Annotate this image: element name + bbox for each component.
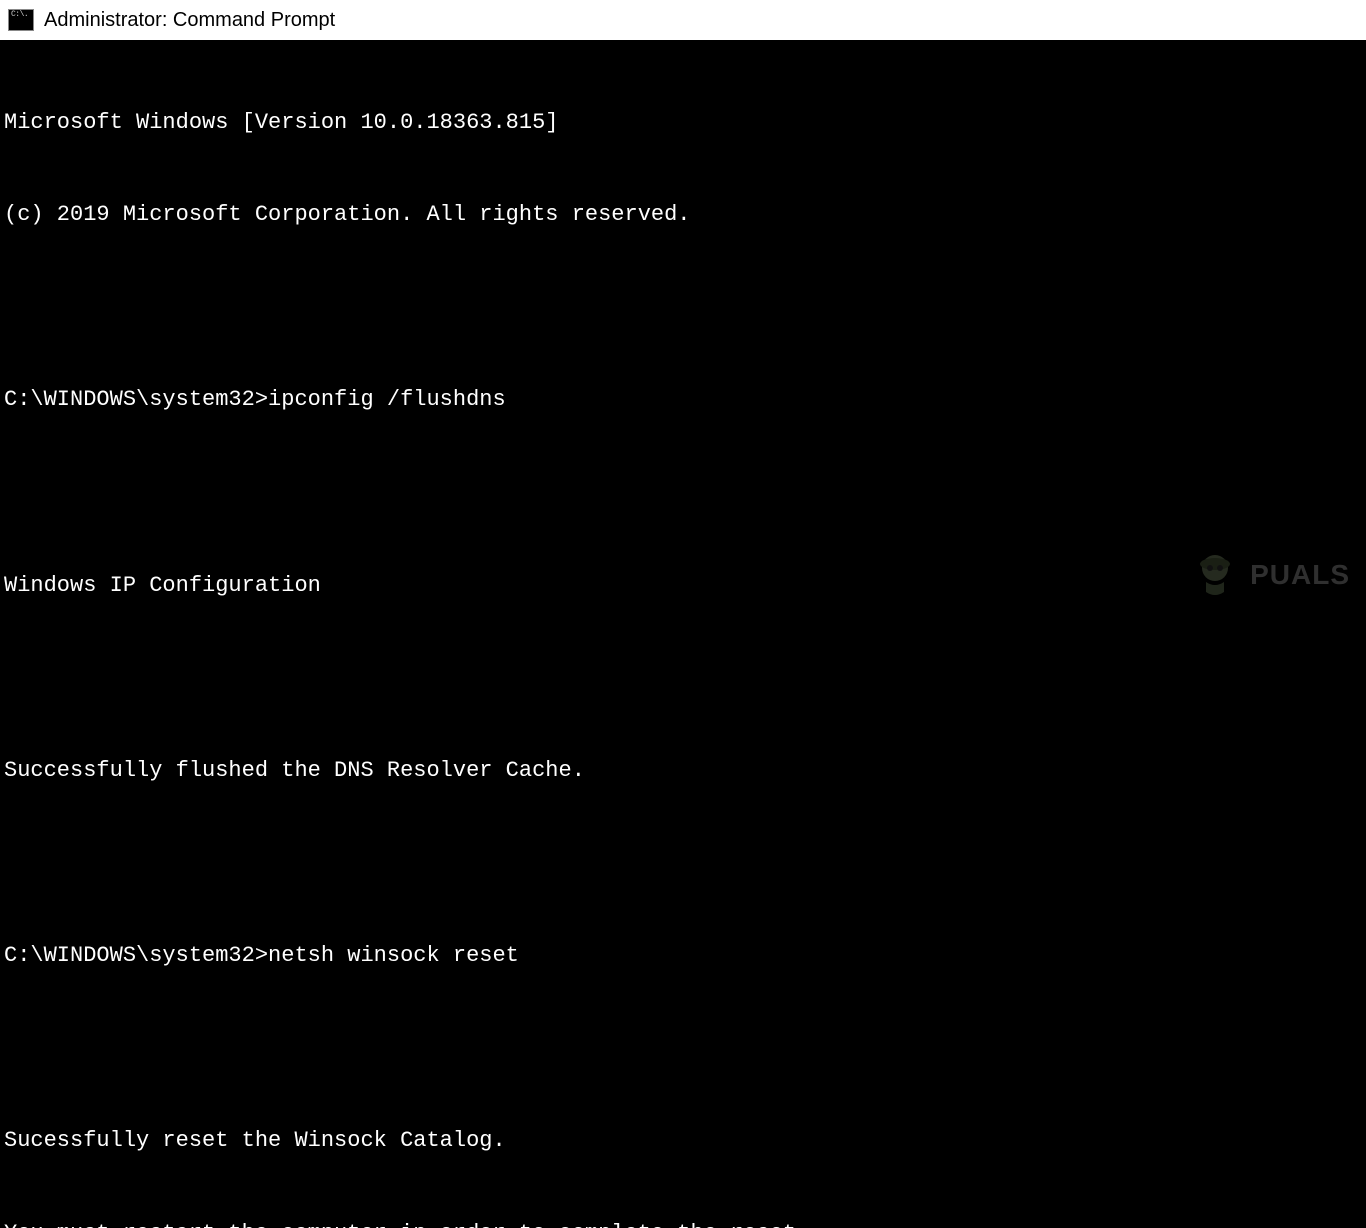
terminal-line — [4, 848, 1362, 879]
cmd-icon-text: C:\. — [11, 11, 28, 19]
watermark-logo-icon — [1188, 548, 1242, 602]
window-title: Administrator: Command Prompt — [44, 9, 335, 32]
titlebar[interactable]: C:\. Administrator: Command Prompt — [0, 0, 1366, 40]
terminal-line: (c) 2019 Microsoft Corporation. All righ… — [4, 200, 1362, 231]
watermark-text: PUALS — [1250, 559, 1350, 591]
terminal-line: C:\WINDOWS\system32>ipconfig /flushdns — [4, 385, 1362, 416]
watermark: PUALS — [1188, 548, 1350, 602]
terminal-line: Windows IP Configuration — [4, 571, 1362, 602]
terminal-line — [4, 663, 1362, 694]
terminal-line: C:\WINDOWS\system32>netsh winsock reset — [4, 941, 1362, 972]
terminal-line: You must restart the computer in order t… — [4, 1219, 1362, 1228]
terminal-line — [4, 293, 1362, 324]
terminal-output[interactable]: Microsoft Windows [Version 10.0.18363.81… — [0, 40, 1366, 1228]
terminal-line — [4, 1034, 1362, 1065]
terminal-line: Successfully flushed the DNS Resolver Ca… — [4, 756, 1362, 787]
cmd-icon: C:\. — [8, 9, 34, 31]
terminal-line: Sucessfully reset the Winsock Catalog. — [4, 1126, 1362, 1157]
terminal-line: Microsoft Windows [Version 10.0.18363.81… — [4, 108, 1362, 139]
terminal-line — [4, 478, 1362, 509]
